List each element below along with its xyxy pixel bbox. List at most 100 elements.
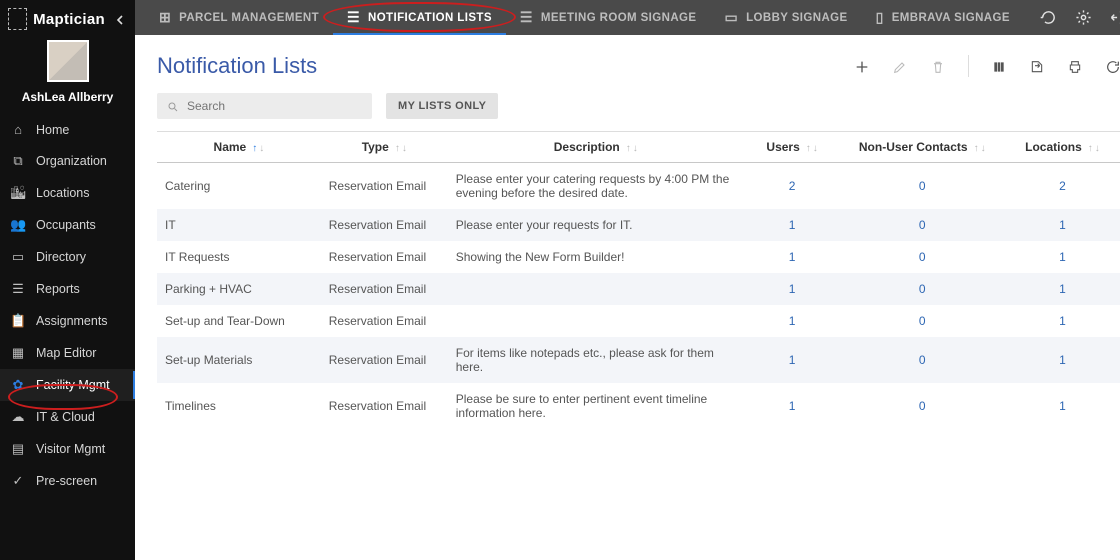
sidebar-item-facility-mgmt[interactable]: ✿Facility Mgmt — [0, 369, 135, 401]
sidebar-collapse-button[interactable] — [111, 9, 129, 29]
edit-button[interactable] — [892, 56, 908, 76]
logout-button[interactable] — [1110, 9, 1120, 27]
tab-notification-lists[interactable]: ☰ NOTIFICATION LISTS — [333, 0, 506, 35]
table-row[interactable]: Set-up and Tear-DownReservation Email 101 — [157, 305, 1120, 337]
cell-locations[interactable]: 1 — [1004, 241, 1120, 273]
cell-users[interactable]: 1 — [744, 209, 841, 241]
sidebar-item-organization[interactable]: ⧉Organization — [0, 145, 135, 177]
settings-button[interactable] — [1075, 9, 1092, 27]
sidebar-item-home[interactable]: ⌂Home — [0, 114, 135, 145]
cell-name: IT Requests — [157, 241, 321, 273]
cell-type: Reservation Email — [321, 241, 448, 273]
sidebar-item-label: Directory — [36, 250, 86, 264]
columns-button[interactable] — [991, 56, 1007, 76]
tab-meeting-room-signage[interactable]: ☰ MEETING ROOM SIGNAGE — [506, 0, 711, 35]
cell-description: Please be sure to enter pertinent event … — [448, 383, 744, 429]
col-header-label: Name — [214, 140, 247, 154]
tab-embrava-signage[interactable]: ▯ EMBRAVA SIGNAGE — [862, 0, 1024, 35]
table-row[interactable]: ITReservation EmailPlease enter your req… — [157, 209, 1120, 241]
list-icon: ☰ — [347, 9, 360, 26]
table-row[interactable]: IT RequestsReservation EmailShowing the … — [157, 241, 1120, 273]
sidebar-item-label: Occupants — [36, 218, 96, 232]
sidebar-item-map-editor[interactable]: ▦Map Editor — [0, 337, 135, 369]
cell-non-user-contacts[interactable]: 0 — [840, 337, 1004, 383]
cell-users[interactable]: 1 — [744, 273, 841, 305]
sidebar-item-visitor-mgmt[interactable]: ▤Visitor Mgmt — [0, 433, 135, 465]
col-header-users[interactable]: Users↑↓ — [744, 132, 841, 163]
cell-locations[interactable]: 1 — [1004, 273, 1120, 305]
tab-label: NOTIFICATION LISTS — [368, 12, 492, 24]
search-input[interactable] — [187, 99, 362, 113]
col-header-locations[interactable]: Locations↑↓ — [1004, 132, 1120, 163]
refresh-button[interactable] — [1040, 9, 1057, 27]
user-block: AshLea Allberry — [0, 36, 135, 110]
tab-label: EMBRAVA SIGNAGE — [892, 12, 1010, 24]
table-body: CateringReservation EmailPlease enter yo… — [157, 163, 1120, 430]
list-icon: ☰ — [520, 9, 533, 26]
tab-parcel-management[interactable]: ⊞ PARCEL MANAGEMENT — [145, 0, 333, 35]
delete-button[interactable] — [930, 56, 946, 76]
search-box[interactable] — [157, 93, 372, 119]
map-icon: ▦ — [10, 345, 26, 361]
sidebar-item-locations[interactable]: 🏙Locations — [0, 177, 135, 209]
cell-locations[interactable]: 1 — [1004, 209, 1120, 241]
tab-lobby-signage[interactable]: ▭ LOBBY SIGNAGE — [710, 0, 861, 35]
cell-locations[interactable]: 2 — [1004, 163, 1120, 210]
table-row[interactable]: CateringReservation EmailPlease enter yo… — [157, 163, 1120, 210]
reload-button[interactable] — [1105, 56, 1120, 76]
avatar[interactable] — [47, 40, 89, 82]
cell-non-user-contacts[interactable]: 0 — [840, 305, 1004, 337]
cell-users[interactable]: 2 — [744, 163, 841, 210]
cell-non-user-contacts[interactable]: 0 — [840, 273, 1004, 305]
cell-type: Reservation Email — [321, 305, 448, 337]
export-button[interactable] — [1029, 56, 1045, 76]
col-header-type[interactable]: Type↑↓ — [321, 132, 448, 163]
cell-users[interactable]: 1 — [744, 383, 841, 429]
cell-users[interactable]: 1 — [744, 241, 841, 273]
sidebar-item-assignments[interactable]: 📋Assignments — [0, 305, 135, 337]
sidebar-item-reports[interactable]: ☰ Reports — [0, 273, 135, 305]
table-row[interactable]: Parking + HVACReservation Email101 — [157, 273, 1120, 305]
cell-locations[interactable]: 1 — [1004, 337, 1120, 383]
print-button[interactable] — [1067, 56, 1083, 76]
cell-type: Reservation Email — [321, 383, 448, 429]
list-icon: ☰ — [10, 281, 26, 297]
page-title: Notification Lists — [157, 53, 317, 79]
sidebar-item-directory[interactable]: ▭Directory — [0, 241, 135, 273]
sidebar-item-label: Reports — [36, 282, 80, 296]
table-row[interactable]: TimelinesReservation EmailPlease be sure… — [157, 383, 1120, 429]
my-lists-only-button[interactable]: MY LISTS ONLY — [386, 93, 498, 119]
sidebar-item-label: Home — [36, 123, 69, 137]
col-header-non-user-contacts[interactable]: Non-User Contacts↑↓ — [840, 132, 1004, 163]
sidebar-item-occupants[interactable]: 👥Occupants — [0, 209, 135, 241]
cell-users[interactable]: 1 — [744, 337, 841, 383]
table-row[interactable]: Set-up MaterialsReservation EmailFor ite… — [157, 337, 1120, 383]
print-icon — [1067, 59, 1083, 75]
cell-name: Set-up and Tear-Down — [157, 305, 321, 337]
sort-icon: ↑↓ — [1088, 143, 1100, 154]
cell-description: Please enter your requests for IT. — [448, 209, 744, 241]
gear-icon: ✿ — [10, 377, 26, 393]
cell-non-user-contacts[interactable]: 0 — [840, 241, 1004, 273]
cell-locations[interactable]: 1 — [1004, 383, 1120, 429]
col-header-label: Type — [362, 140, 389, 154]
cell-users[interactable]: 1 — [744, 305, 841, 337]
cell-description — [448, 305, 744, 337]
cell-description — [448, 273, 744, 305]
cloud-icon: ☁ — [10, 409, 26, 425]
cell-non-user-contacts[interactable]: 0 — [840, 383, 1004, 429]
cell-description: For items like notepads etc., please ask… — [448, 337, 744, 383]
col-header-description[interactable]: Description↑↓ — [448, 132, 744, 163]
cell-non-user-contacts[interactable]: 0 — [840, 163, 1004, 210]
cell-type: Reservation Email — [321, 163, 448, 210]
cell-non-user-contacts[interactable]: 0 — [840, 209, 1004, 241]
sidebar: Maptician AshLea Allberry ⌂Home ⧉Organiz… — [0, 0, 135, 560]
cell-locations[interactable]: 1 — [1004, 305, 1120, 337]
add-button[interactable] — [854, 56, 870, 76]
sidebar-item-it-cloud[interactable]: ☁IT & Cloud — [0, 401, 135, 433]
sidebar-item-pre-screen[interactable]: ✓Pre-screen — [0, 465, 135, 497]
chevron-left-icon — [115, 15, 125, 25]
col-header-name[interactable]: Name↑↓ — [157, 132, 321, 163]
tab-label: MEETING ROOM SIGNAGE — [541, 12, 697, 24]
sidebar-item-label: Organization — [36, 154, 107, 168]
